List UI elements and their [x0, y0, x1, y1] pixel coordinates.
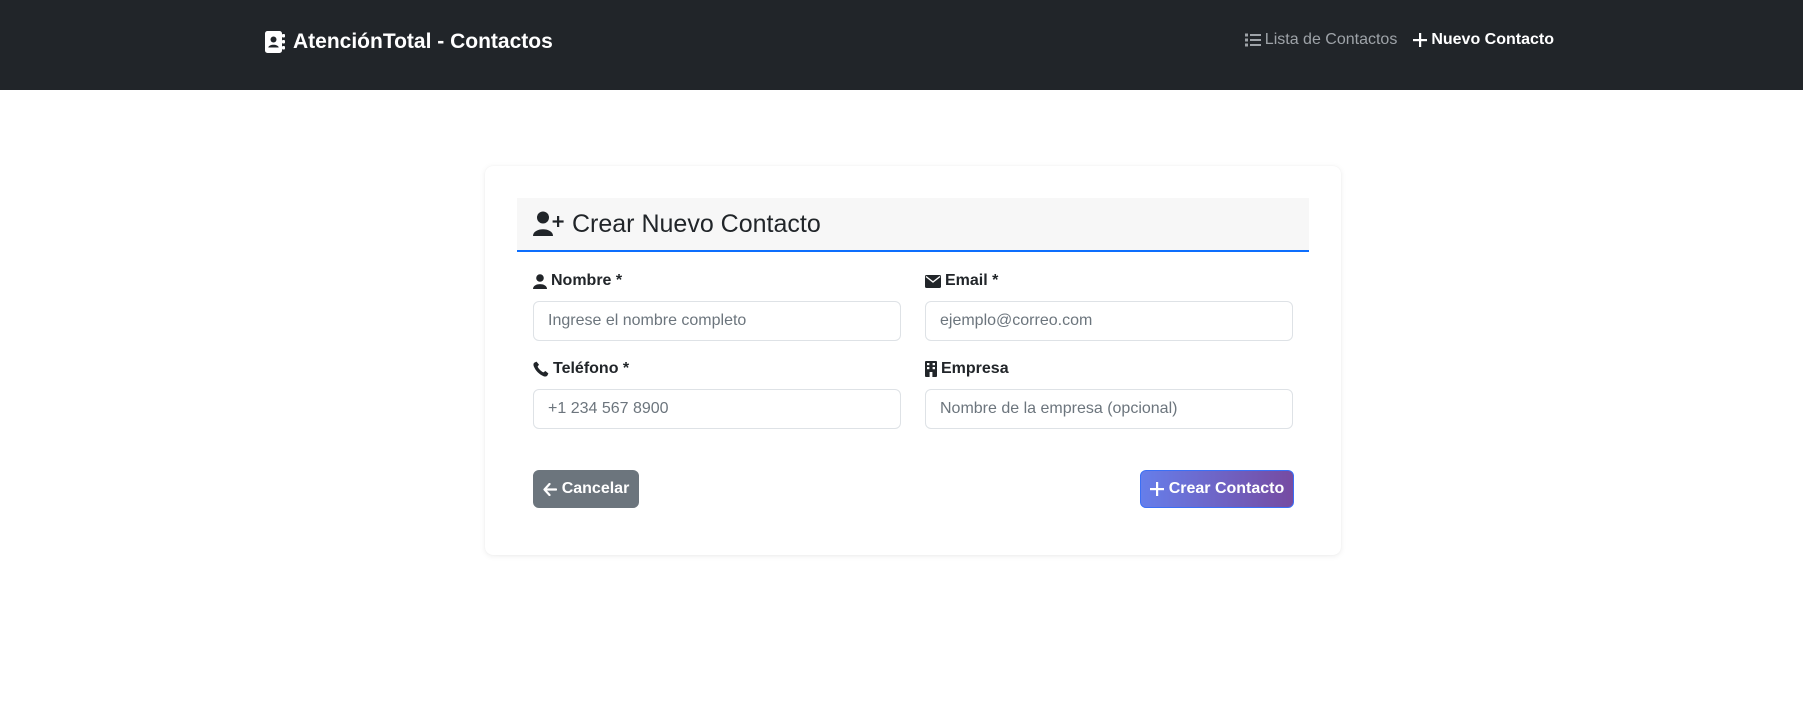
email-field-group: Email * — [925, 271, 1293, 341]
building-icon — [925, 361, 937, 377]
email-input[interactable] — [925, 301, 1293, 341]
card-header: Crear Nuevo Contacto — [517, 198, 1309, 252]
nav-link-nuevo-contacto[interactable]: Nuevo Contacto — [1413, 31, 1554, 49]
empresa-label: Empresa — [925, 359, 1293, 379]
telefono-input[interactable] — [533, 389, 901, 429]
nav-link-lista-contactos[interactable]: Lista de Contactos — [1244, 31, 1398, 49]
arrow-left-icon — [543, 482, 557, 496]
navbar: AtenciónTotal - Contactos Lista de Conta… — [0, 0, 1803, 90]
list-icon — [1244, 33, 1261, 47]
nombre-label: Nombre * — [533, 271, 901, 291]
plus-icon — [1149, 482, 1164, 496]
nav-link-label: Lista de Contactos — [1264, 31, 1398, 48]
brand-link[interactable]: AtenciónTotal - Contactos — [265, 30, 553, 54]
create-contact-button-label: Crear Contacto — [1168, 480, 1285, 497]
telefono-label-text: Teléfono * — [553, 360, 630, 377]
new-contact-card: Crear Nuevo Contacto Nombre * Email * — [485, 166, 1341, 555]
envelope-icon — [925, 274, 941, 288]
email-label-text: Email * — [945, 272, 999, 289]
address-book-icon — [265, 31, 285, 53]
nav-link-label: Nuevo Contacto — [1431, 31, 1554, 48]
telefono-label: Teléfono * — [533, 359, 901, 379]
form-title: Crear Nuevo Contacto — [572, 209, 821, 238]
user-plus-icon — [533, 211, 564, 237]
nombre-input[interactable] — [533, 301, 901, 341]
telefono-field-group: Teléfono * — [533, 359, 901, 429]
empresa-label-text: Empresa — [941, 360, 1009, 377]
user-icon — [533, 273, 547, 289]
create-contact-button[interactable]: Crear Contacto — [1140, 470, 1294, 508]
nav-links: Lista de Contactos Nuevo Contacto — [1229, 31, 1554, 49]
empresa-input[interactable] — [925, 389, 1293, 429]
brand-title: AtenciónTotal - Contactos — [293, 30, 553, 53]
cancel-button[interactable]: Cancelar — [533, 470, 639, 508]
plus-icon — [1413, 33, 1428, 47]
cancel-button-label: Cancelar — [561, 480, 630, 497]
phone-icon — [533, 361, 549, 377]
nombre-label-text: Nombre * — [551, 272, 623, 289]
email-label: Email * — [925, 271, 1293, 291]
empresa-field-group: Empresa — [925, 359, 1293, 429]
nombre-field-group: Nombre * — [533, 271, 901, 341]
